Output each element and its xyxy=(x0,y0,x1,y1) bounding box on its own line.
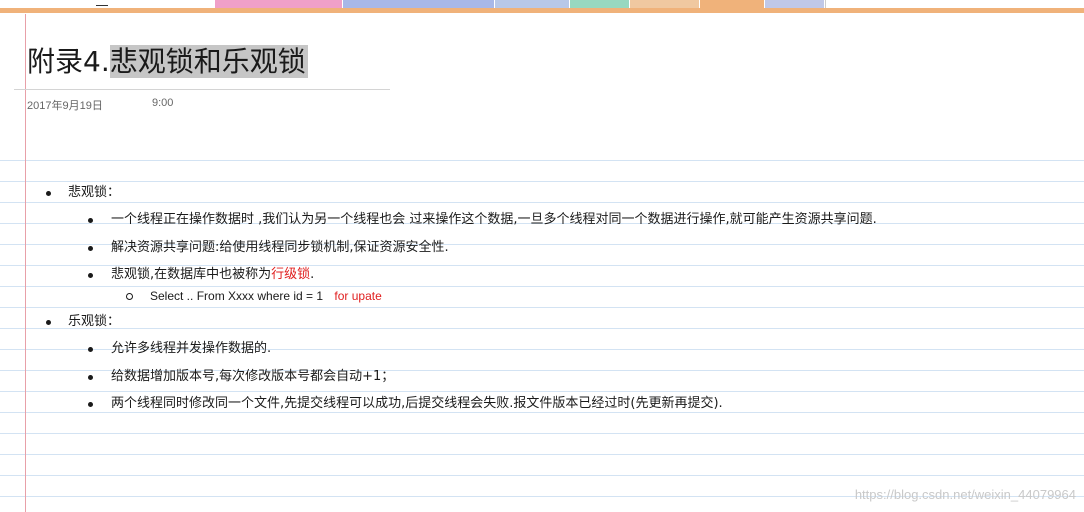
page-title-selected-text: 悲观锁和乐观锁 xyxy=(109,45,308,78)
list-item-optimistic[interactable]: 乐观锁： xyxy=(46,311,120,333)
list-item[interactable]: 悲观锁,在数据库中也被称为行级锁. xyxy=(88,264,314,286)
pessimistic-label: 悲观锁： xyxy=(68,185,121,200)
list-subitem[interactable]: Select .. From Xxxx where id = 1 for upa… xyxy=(126,285,382,307)
bullet-icon xyxy=(88,218,93,223)
list-item-text: 一个线程正在操作数据时 ,我们认为另一个线程也会 过来操作这个数据,一旦多个线程… xyxy=(111,212,877,227)
list-item[interactable]: 一个线程正在操作数据时 ,我们认为另一个线程也会 过来操作这个数据,一旦多个线程… xyxy=(88,209,877,231)
list-item-text: 两个线程同时修改同一个文件,先提交线程可以成功,后提交线程会失败.报文件版本已经… xyxy=(111,396,723,411)
bullet-icon xyxy=(88,273,93,278)
section-tab-active[interactable] xyxy=(700,0,765,8)
optimistic-label: 乐观锁： xyxy=(68,314,121,329)
page-title[interactable]: 附录4.悲观锁和乐观锁 xyxy=(27,38,308,86)
sql-code-text: Select .. From Xxxx where id = 1 xyxy=(150,289,324,303)
section-tab[interactable] xyxy=(215,0,343,8)
list-item[interactable]: 两个线程同时修改同一个文件,先提交线程可以成功,后提交线程会失败.报文件版本已经… xyxy=(88,393,723,415)
circle-bullet-icon xyxy=(126,293,133,300)
top-bar xyxy=(0,0,1084,14)
section-tabs xyxy=(0,0,1084,8)
list-item[interactable]: 解决资源共享问题:给使用线程同步锁机制,保证资源安全性. xyxy=(88,237,449,259)
bullet-icon xyxy=(46,191,51,196)
bullet-icon xyxy=(88,375,93,380)
page-date: 2017年9月19日 xyxy=(27,100,103,112)
title-underline xyxy=(14,89,390,90)
bullet-icon xyxy=(46,320,51,325)
list-item[interactable]: 允许多线程并发操作数据的. xyxy=(88,338,271,360)
section-tab[interactable] xyxy=(343,0,495,8)
tab-mark xyxy=(96,5,108,6)
section-tab[interactable] xyxy=(765,0,825,8)
add-section-tab[interactable] xyxy=(825,0,865,8)
bullet-icon xyxy=(88,347,93,352)
list-item-pessimistic[interactable]: 悲观锁： xyxy=(46,182,120,204)
page-title-prefix: 附录4. xyxy=(27,45,110,78)
list-item-text: 给数据增加版本号,每次修改版本号都会自动+1； xyxy=(111,369,395,384)
tab-area-left xyxy=(0,0,215,8)
list-item-text-prefix: 悲观锁,在数据库中也被称为 xyxy=(111,267,272,282)
list-item[interactable]: 给数据增加版本号,每次修改版本号都会自动+1； xyxy=(88,366,394,388)
bullet-icon xyxy=(88,246,93,251)
section-tab[interactable] xyxy=(630,0,700,8)
onenote-page: { "colors": { "accent_bar": "#f0b27a", "… xyxy=(0,0,1084,512)
section-tab[interactable] xyxy=(570,0,630,8)
list-item-text: 解决资源共享问题:给使用线程同步锁机制,保证资源安全性. xyxy=(111,240,449,255)
list-item-text: 允许多线程并发操作数据的. xyxy=(111,341,272,356)
list-item-text-suffix: . xyxy=(310,267,315,282)
sql-for-update-text: for upate xyxy=(334,289,382,303)
watermark: https://blog.csdn.net/weixin_44079964 xyxy=(854,487,1076,502)
page-time: 9:00 xyxy=(152,97,174,109)
row-lock-term: 行级锁 xyxy=(271,267,311,282)
bullet-icon xyxy=(88,402,93,407)
section-tab[interactable] xyxy=(495,0,570,8)
section-color-bar xyxy=(0,8,1084,13)
